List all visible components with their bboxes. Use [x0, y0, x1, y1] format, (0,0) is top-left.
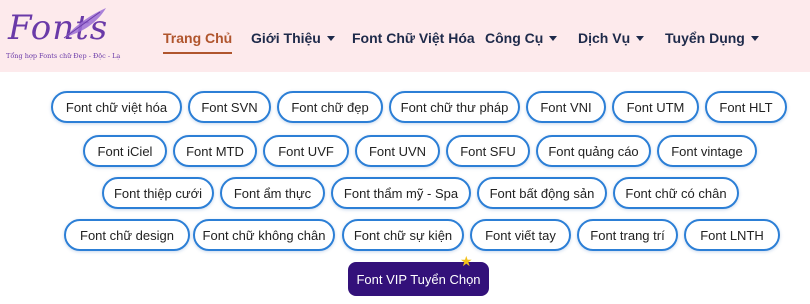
nav-label: Tuyển Dụng — [665, 30, 745, 46]
site-logo[interactable]: Fonts Tổng hợp Fonts chữ Đẹp - Độc - Lạ — [2, 6, 120, 62]
tag-font-chu-khong-chan[interactable]: Font chữ không chân — [193, 219, 335, 251]
caret-down-icon — [549, 36, 558, 41]
tag-font-svn[interactable]: Font SVN — [188, 91, 271, 123]
tag-font-quang-cao[interactable]: Font quảng cáo — [536, 135, 651, 167]
nav-label: Font Chữ Việt Hóa — [352, 30, 475, 46]
site-header: Fonts Tổng hợp Fonts chữ Đẹp - Độc - Lạ … — [0, 0, 810, 72]
nav-careers[interactable]: Tuyển Dụng — [665, 30, 759, 46]
tag-font-tham-my-spa[interactable]: Font thẩm mỹ - Spa — [331, 177, 471, 209]
tag-font-sfu[interactable]: Font SFU — [446, 135, 530, 167]
nav-label: Giới Thiệu — [251, 30, 321, 46]
nav-label: Trang Chủ — [163, 30, 233, 46]
tag-font-uvf[interactable]: Font UVF — [263, 135, 349, 167]
feather-icon — [63, 8, 106, 39]
tag-font-am-thuc[interactable]: Font ẩm thực — [220, 177, 325, 209]
tag-font-chu-viet-hoa[interactable]: Font chữ việt hóa — [51, 91, 182, 123]
tag-font-chu-co-chan[interactable]: Font chữ có chân — [613, 177, 739, 209]
caret-down-icon — [326, 36, 335, 41]
caret-down-icon — [750, 36, 759, 41]
tag-font-chu-dep[interactable]: Font chữ đẹp — [277, 91, 383, 123]
nav-tools[interactable]: Công Cụ — [485, 30, 558, 46]
nav-home[interactable]: Trang Chủ — [163, 30, 233, 54]
nav-viet-fonts[interactable]: Font Chữ Việt Hóa — [352, 30, 475, 46]
tag-font-viet-tay[interactable]: Font viết tay — [470, 219, 571, 251]
tag-font-bat-dong-san[interactable]: Font bất động sản — [477, 177, 607, 209]
tag-font-uvn[interactable]: Font UVN — [355, 135, 440, 167]
nav-label: Công Cụ — [485, 30, 544, 46]
tag-font-thiep-cuoi[interactable]: Font thiệp cưới — [102, 177, 214, 209]
nav-about[interactable]: Giới Thiệu — [251, 30, 335, 46]
tag-font-hlt[interactable]: Font HLT — [705, 91, 787, 123]
caret-down-icon — [636, 36, 645, 41]
star-icon: ★ — [460, 253, 473, 269]
tag-font-trang-tri[interactable]: Font trang trí — [577, 219, 678, 251]
active-underline — [163, 52, 233, 54]
tag-font-utm[interactable]: Font UTM — [612, 91, 699, 123]
tag-font-chu-design[interactable]: Font chữ design — [64, 219, 190, 251]
nav-services[interactable]: Dịch Vụ — [578, 30, 645, 46]
logo-tagline: Tổng hợp Fonts chữ Đẹp - Độc - Lạ — [6, 52, 121, 60]
tag-font-chu-su-kien[interactable]: Font chữ sự kiện — [342, 219, 464, 251]
tag-font-vni[interactable]: Font VNI — [526, 91, 606, 123]
tag-font-chu-thu-phap[interactable]: Font chữ thư pháp — [389, 91, 520, 123]
tag-font-iciel[interactable]: Font iCiel — [83, 135, 167, 167]
tag-font-lnth[interactable]: Font LNTH — [684, 219, 780, 251]
tag-font-vintage[interactable]: Font vintage — [657, 135, 757, 167]
tag-font-mtd[interactable]: Font MTD — [173, 135, 257, 167]
nav-label: Dịch Vụ — [578, 30, 631, 46]
